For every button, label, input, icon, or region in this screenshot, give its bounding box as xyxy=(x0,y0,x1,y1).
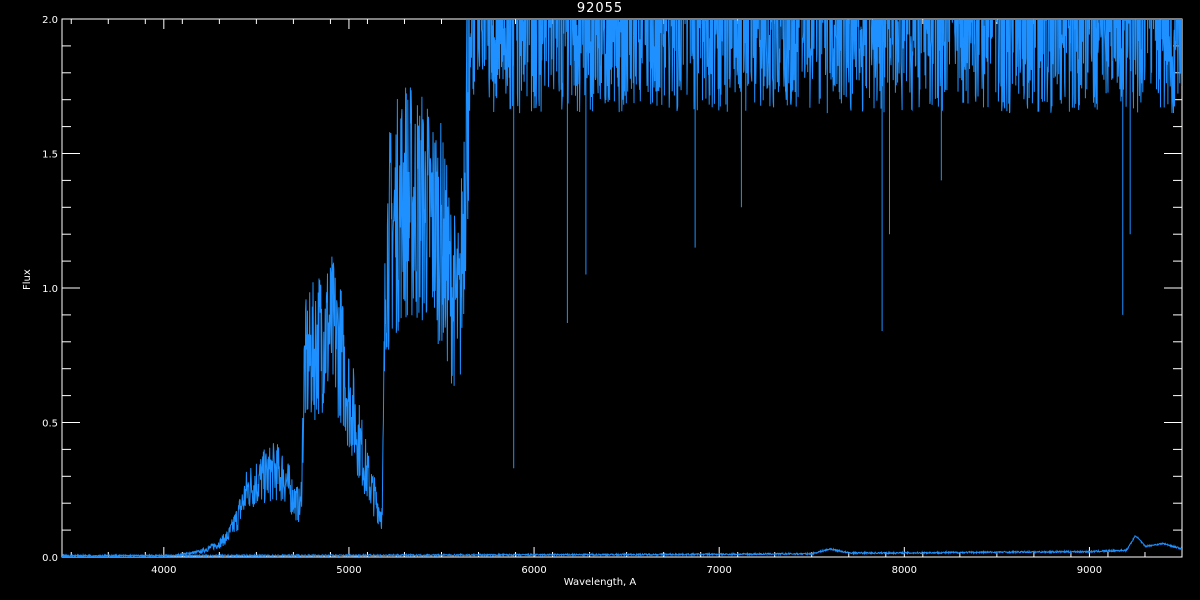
x-tick-label: 9000 xyxy=(1077,565,1102,576)
y-tick-label: 1.5 xyxy=(42,150,58,161)
x-axis-label: Wavelength, A xyxy=(563,577,637,588)
y-tick-label: 0.0 xyxy=(42,553,58,564)
x-tick-label: 7000 xyxy=(706,565,731,576)
y-tick-label: 0.5 xyxy=(42,419,58,430)
x-tick-label: 4000 xyxy=(151,565,176,576)
chart-title: 92055 xyxy=(576,1,624,16)
x-tick-label: 5000 xyxy=(336,565,361,576)
y-tick-label: 1.0 xyxy=(42,284,58,295)
y-tick-label: 2.0 xyxy=(42,15,58,26)
x-tick-label: 8000 xyxy=(892,565,917,576)
y-axis-label: Flux xyxy=(22,269,33,290)
x-tick-label: 6000 xyxy=(521,565,546,576)
spectrum-chart: 4000 5000 6000 7000 8000 9000 0.0 0.5 1.0 1.5 2.0 xyxy=(0,0,1200,600)
